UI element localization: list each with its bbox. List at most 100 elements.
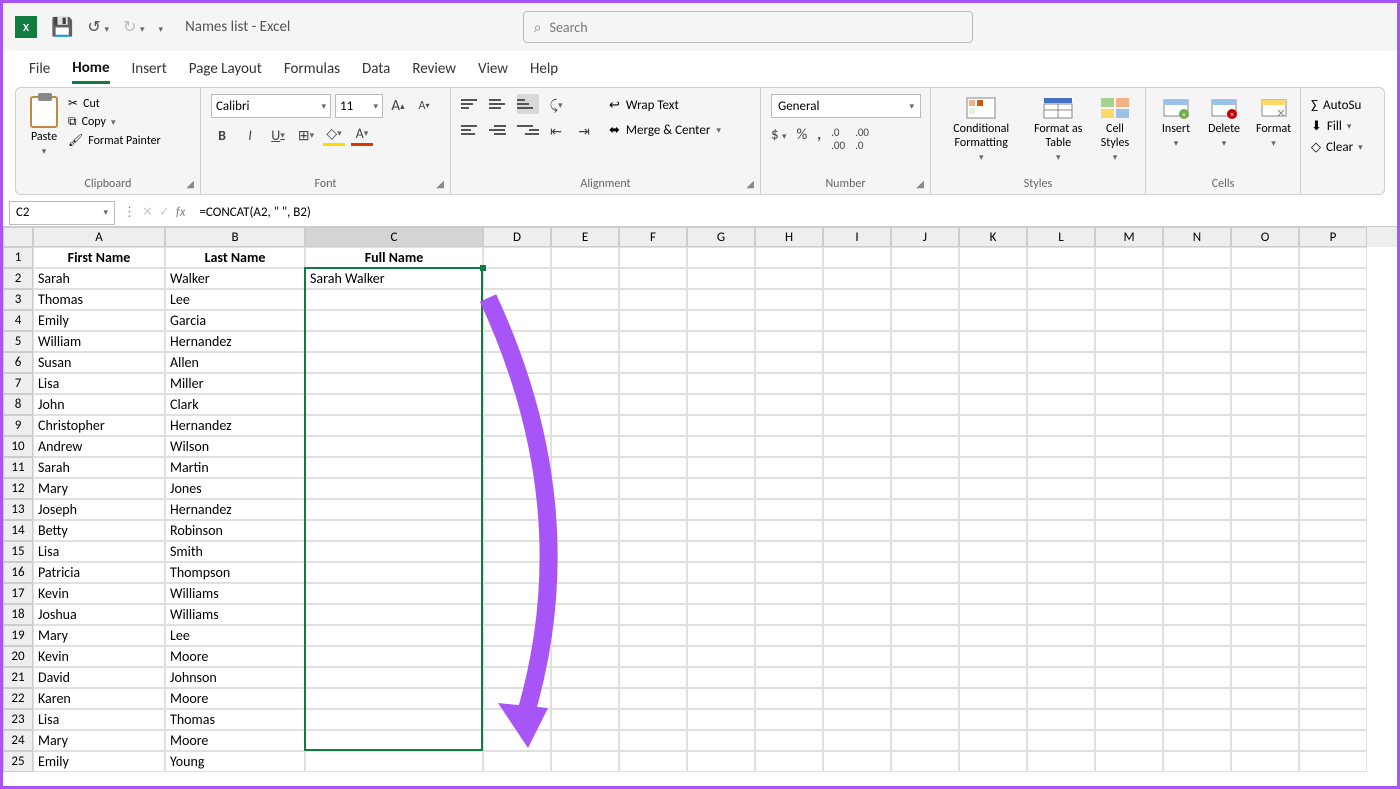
cell-C11[interactable] (305, 457, 483, 478)
align-bottom-button[interactable] (517, 94, 539, 114)
cell-F19[interactable] (619, 625, 687, 646)
fb-dropdown[interactable]: ⋮ (123, 205, 136, 220)
col-header-E[interactable]: E (551, 227, 619, 247)
cell-G23[interactable] (687, 709, 755, 730)
cell-C6[interactable] (305, 352, 483, 373)
cell-O20[interactable] (1231, 646, 1299, 667)
cell-B7[interactable]: Miller (165, 373, 305, 394)
font-size-dropdown[interactable]: 11▾ (335, 94, 383, 118)
cell-C21[interactable] (305, 667, 483, 688)
cell-J9[interactable] (891, 415, 959, 436)
cell-A22[interactable]: Karen (33, 688, 165, 709)
cell-O8[interactable] (1231, 394, 1299, 415)
increase-decimal-button[interactable]: .0.00 (831, 126, 845, 152)
tab-file[interactable]: File (29, 56, 50, 82)
cell-O21[interactable] (1231, 667, 1299, 688)
cell-G10[interactable] (687, 436, 755, 457)
cell-I10[interactable] (823, 436, 891, 457)
cell-L22[interactable] (1027, 688, 1095, 709)
cell-K1[interactable] (959, 247, 1027, 268)
cell-J5[interactable] (891, 331, 959, 352)
cell-J17[interactable] (891, 583, 959, 604)
cell-M22[interactable] (1095, 688, 1163, 709)
cell-K6[interactable] (959, 352, 1027, 373)
cell-E11[interactable] (551, 457, 619, 478)
cell-E6[interactable] (551, 352, 619, 373)
cell-J12[interactable] (891, 478, 959, 499)
cell-C8[interactable] (305, 394, 483, 415)
cell-K12[interactable] (959, 478, 1027, 499)
cell-L8[interactable] (1027, 394, 1095, 415)
row-header-1[interactable]: 1 (3, 247, 33, 268)
cell-L3[interactable] (1027, 289, 1095, 310)
cell-C19[interactable] (305, 625, 483, 646)
row-header-11[interactable]: 11 (3, 457, 33, 478)
increase-indent-button[interactable]: ⇥ (573, 120, 595, 142)
row-header-3[interactable]: 3 (3, 289, 33, 310)
cell-I2[interactable] (823, 268, 891, 289)
cell-K25[interactable] (959, 751, 1027, 772)
cell-P13[interactable] (1299, 499, 1367, 520)
cell-F20[interactable] (619, 646, 687, 667)
cell-I4[interactable] (823, 310, 891, 331)
cell-N14[interactable] (1163, 520, 1231, 541)
cell-P11[interactable] (1299, 457, 1367, 478)
cell-G20[interactable] (687, 646, 755, 667)
cell-B13[interactable]: Hernandez (165, 499, 305, 520)
cell-C12[interactable] (305, 478, 483, 499)
cell-N12[interactable] (1163, 478, 1231, 499)
cell-G9[interactable] (687, 415, 755, 436)
row-header-7[interactable]: 7 (3, 373, 33, 394)
cell-B6[interactable]: Allen (165, 352, 305, 373)
cell-P23[interactable] (1299, 709, 1367, 730)
cell-D24[interactable] (483, 730, 551, 751)
cell-O15[interactable] (1231, 541, 1299, 562)
cell-J3[interactable] (891, 289, 959, 310)
font-name-dropdown[interactable]: Calibri▾ (211, 94, 331, 118)
alignment-dialog-launcher[interactable]: ◢ (746, 177, 754, 190)
italic-button[interactable]: I (239, 124, 261, 146)
cell-J8[interactable] (891, 394, 959, 415)
cell-M7[interactable] (1095, 373, 1163, 394)
cell-C22[interactable] (305, 688, 483, 709)
paste-button[interactable]: Paste ▾ (26, 94, 62, 159)
cell-B11[interactable]: Martin (165, 457, 305, 478)
cell-D3[interactable] (483, 289, 551, 310)
cell-F7[interactable] (619, 373, 687, 394)
cell-K18[interactable] (959, 604, 1027, 625)
cell-P12[interactable] (1299, 478, 1367, 499)
cell-K14[interactable] (959, 520, 1027, 541)
cell-C18[interactable] (305, 604, 483, 625)
cell-P5[interactable] (1299, 331, 1367, 352)
align-left-button[interactable] (461, 120, 483, 140)
fill-color-button[interactable]: ◇ ▾ (323, 124, 345, 146)
cell-D7[interactable] (483, 373, 551, 394)
cell-J19[interactable] (891, 625, 959, 646)
cell-N7[interactable] (1163, 373, 1231, 394)
cell-N10[interactable] (1163, 436, 1231, 457)
row-header-17[interactable]: 17 (3, 583, 33, 604)
cell-L19[interactable] (1027, 625, 1095, 646)
row-header-6[interactable]: 6 (3, 352, 33, 373)
cell-P21[interactable] (1299, 667, 1367, 688)
cell-C13[interactable] (305, 499, 483, 520)
cell-K20[interactable] (959, 646, 1027, 667)
cell-P19[interactable] (1299, 625, 1367, 646)
cell-O7[interactable] (1231, 373, 1299, 394)
col-header-D[interactable]: D (483, 227, 551, 247)
cell-E4[interactable] (551, 310, 619, 331)
cell-P8[interactable] (1299, 394, 1367, 415)
cell-D4[interactable] (483, 310, 551, 331)
cell-F15[interactable] (619, 541, 687, 562)
cell-N8[interactable] (1163, 394, 1231, 415)
cell-B21[interactable]: Johnson (165, 667, 305, 688)
cell-G11[interactable] (687, 457, 755, 478)
cell-L12[interactable] (1027, 478, 1095, 499)
cell-G4[interactable] (687, 310, 755, 331)
cell-L21[interactable] (1027, 667, 1095, 688)
cell-H5[interactable] (755, 331, 823, 352)
cell-F13[interactable] (619, 499, 687, 520)
cell-H15[interactable] (755, 541, 823, 562)
col-header-K[interactable]: K (959, 227, 1027, 247)
cell-E9[interactable] (551, 415, 619, 436)
